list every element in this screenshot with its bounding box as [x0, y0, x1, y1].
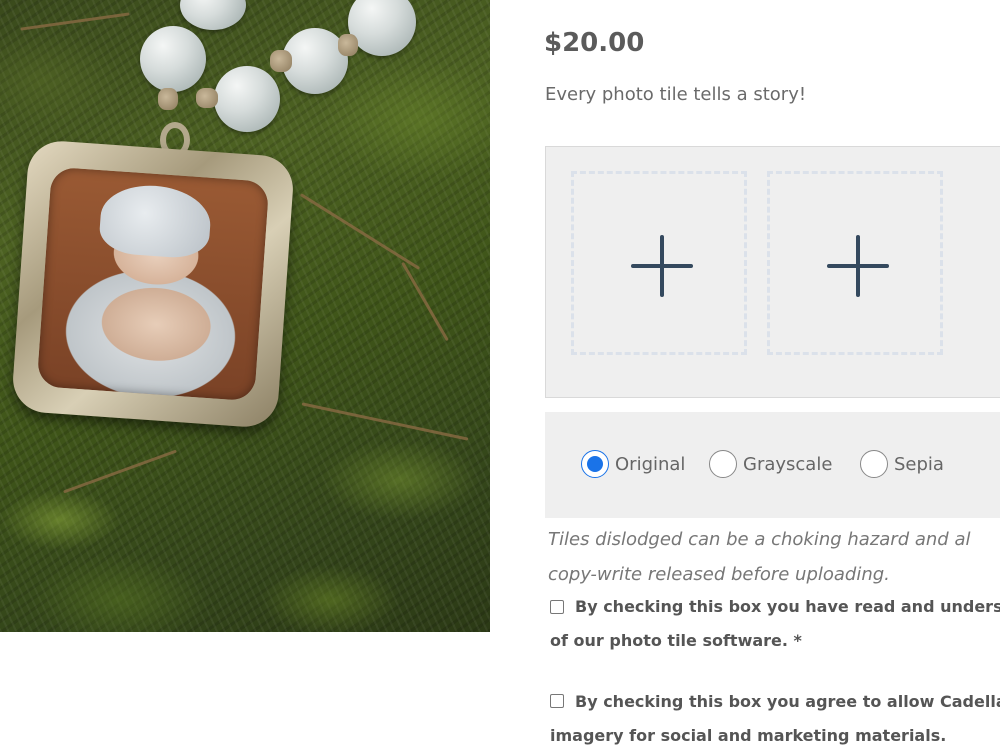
- product-image: [0, 0, 490, 632]
- consent-marketing-checkbox[interactable]: [550, 694, 564, 708]
- hazard-notice-line-1: Tiles dislodged can be a choking hazard …: [548, 529, 971, 550]
- radio-original[interactable]: [581, 450, 609, 478]
- photo-tile-upload-area: [545, 146, 1000, 398]
- locket-frame: [10, 139, 296, 429]
- hazard-notice-line-2: copy-write released before uploading.: [548, 564, 890, 585]
- tile-slot-1[interactable]: [571, 171, 747, 355]
- consent-terms-label-line-2: of our photo tile software. *: [550, 631, 802, 650]
- plus-icon: [631, 235, 693, 297]
- photo-filter-options: Original Grayscale Sepia: [545, 412, 1000, 518]
- filter-option-sepia[interactable]: Sepia: [860, 450, 944, 478]
- tile-slot-2[interactable]: [767, 171, 943, 355]
- hazard-notice: Tiles dislodged can be a choking hazard …: [548, 522, 1000, 592]
- filter-label-sepia: Sepia: [894, 453, 944, 475]
- product-price: $20.00: [544, 28, 645, 58]
- consent-terms-label-line-1: By checking this box you have read and u…: [575, 597, 1000, 616]
- consent-marketing-label-line-1: By checking this box you agree to allow …: [575, 692, 1000, 711]
- plus-icon: [827, 235, 889, 297]
- locket-photo: [36, 166, 270, 402]
- radio-grayscale[interactable]: [709, 450, 737, 478]
- filter-label-grayscale: Grayscale: [743, 453, 833, 475]
- filter-option-original[interactable]: Original: [581, 450, 685, 478]
- consent-marketing-label-line-2: imagery for social and marketing materia…: [550, 726, 947, 745]
- consent-terms-checkbox[interactable]: [550, 600, 564, 614]
- filter-label-original: Original: [615, 453, 686, 475]
- filter-option-grayscale[interactable]: Grayscale: [709, 450, 832, 478]
- product-tagline: Every photo tile tells a story!: [545, 84, 807, 105]
- radio-sepia[interactable]: [860, 450, 888, 478]
